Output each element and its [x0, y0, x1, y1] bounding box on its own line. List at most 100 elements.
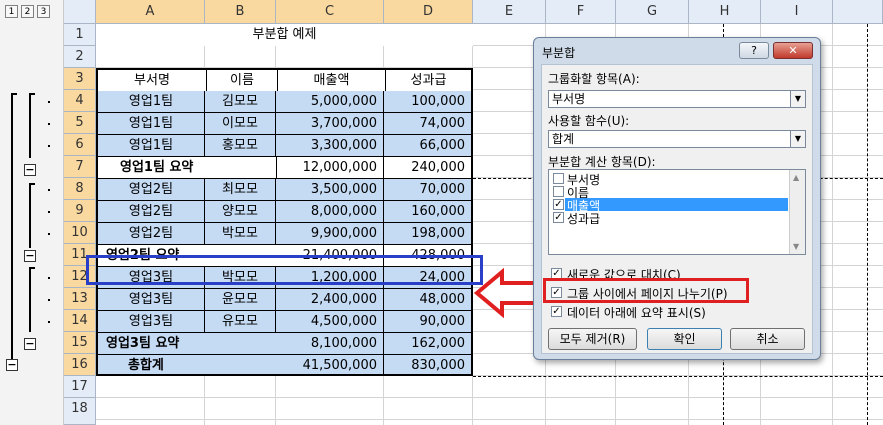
row-header[interactable]: 15	[64, 332, 96, 354]
row-header[interactable]: 3	[64, 68, 96, 90]
help-button[interactable]: ?	[739, 42, 769, 59]
row-header[interactable]: 4	[64, 90, 96, 112]
table-cell[interactable]: 영업1팀	[98, 135, 205, 157]
column-header-h[interactable]: H	[689, 0, 761, 24]
table-cell[interactable]: 영업1팀	[98, 91, 205, 113]
table-cell[interactable]: 9,900,000	[276, 223, 384, 245]
field-checkbox[interactable]	[553, 186, 564, 197]
table-cell[interactable]: 70,000	[384, 179, 471, 201]
select-all-corner[interactable]	[64, 0, 96, 24]
summary-below-checkbox[interactable]: ✓	[551, 306, 562, 317]
row-header[interactable]: 14	[64, 310, 96, 332]
column-header-c[interactable]: C	[276, 0, 384, 24]
subtotal-cell[interactable]: 162,000	[384, 333, 471, 355]
row-header[interactable]: 10	[64, 222, 96, 244]
table-cell[interactable]: 5,000,000	[276, 91, 384, 113]
table-cell[interactable]: 100,000	[384, 91, 471, 113]
remove-all-button[interactable]: 모두 제거(R)	[548, 328, 637, 350]
row-header[interactable]: 13	[64, 288, 96, 310]
table-cell[interactable]: 홍모모	[205, 135, 276, 157]
field-checkbox[interactable]: ✓	[553, 199, 564, 210]
table-cell[interactable]: 유모모	[205, 311, 276, 333]
row-header[interactable]: 9	[64, 200, 96, 222]
outline-bar-cap	[29, 183, 35, 185]
table-cell[interactable]: 영업1팀	[98, 113, 205, 135]
table-cell[interactable]: 영업3팀	[98, 311, 205, 333]
table-cell[interactable]: 3,500,000	[276, 179, 384, 201]
column-header-a[interactable]: A	[96, 0, 205, 24]
table-cell[interactable]: 90,000	[384, 311, 471, 333]
collapse-team3-button[interactable]: −	[24, 338, 36, 350]
group-by-select[interactable]: 부서명 ▼	[548, 90, 806, 108]
subtotal-label[interactable]: 영업1팀 요약	[98, 157, 276, 179]
row-header[interactable]: 6	[64, 134, 96, 156]
row-header[interactable]: 16	[64, 354, 96, 376]
table-header[interactable]: 매출액	[278, 70, 386, 92]
row-header[interactable]: 5	[64, 112, 96, 134]
table-cell[interactable]: 영업2팀	[98, 223, 205, 245]
outline-level-2-button[interactable]: 2	[21, 5, 34, 18]
column-header-e[interactable]: E	[473, 0, 546, 24]
chevron-down-icon[interactable]: ▼	[790, 131, 805, 147]
table-cell[interactable]: 8,000,000	[276, 201, 384, 223]
field-checkbox[interactable]	[553, 173, 564, 184]
table-cell[interactable]: 박모모	[205, 223, 276, 245]
function-select[interactable]: 합계 ▼	[548, 130, 806, 148]
grand-total-label[interactable]: 총합계	[98, 355, 276, 374]
table-cell[interactable]: 3,700,000	[276, 113, 384, 135]
column-header-d[interactable]: D	[384, 0, 473, 24]
row-header[interactable]: 18	[64, 398, 96, 425]
row-header[interactable]: 2	[64, 46, 96, 68]
scroll-up-icon[interactable]: ▲	[793, 173, 799, 182]
column-header-j[interactable]	[833, 0, 883, 24]
column-header-i[interactable]: I	[761, 0, 833, 24]
table-cell[interactable]: 최모모	[205, 179, 276, 201]
outline-level-3-button[interactable]: 3	[37, 5, 50, 18]
table-cell[interactable]: 160,000	[384, 201, 471, 223]
sheet-title[interactable]: 부분합 예제	[96, 24, 473, 46]
grand-total-cell[interactable]: 830,000	[384, 355, 471, 374]
table-header[interactable]: 성과급	[386, 70, 471, 92]
table-cell[interactable]: 이모모	[205, 113, 276, 135]
table-cell[interactable]: 양모모	[205, 201, 276, 223]
chevron-down-icon[interactable]: ▼	[790, 91, 805, 107]
table-cell[interactable]: 윤모모	[205, 289, 276, 311]
table-cell[interactable]: 영업2팀	[98, 179, 205, 201]
page-break-line	[867, 24, 868, 425]
collapse-team2-button[interactable]: −	[24, 250, 36, 262]
outline-level-1-button[interactable]: 1	[5, 5, 18, 18]
fields-scrollbar[interactable]: ▲ ▼	[789, 170, 805, 254]
ok-button[interactable]: 확인	[647, 328, 722, 350]
column-header-f[interactable]: F	[546, 0, 616, 24]
grand-total-cell[interactable]: 41,500,000	[276, 355, 384, 374]
collapse-total-button[interactable]: −	[6, 359, 18, 371]
scroll-down-icon[interactable]: ▼	[793, 242, 799, 251]
cancel-button[interactable]: 취소	[730, 328, 805, 350]
close-button[interactable]: ✕	[773, 42, 813, 59]
subtotal-cell[interactable]: 12,000,000	[276, 157, 384, 179]
subtotal-cell[interactable]: 240,000	[384, 157, 471, 179]
subtotal-cell[interactable]: 8,100,000	[276, 333, 384, 355]
table-cell[interactable]: 2,400,000	[276, 289, 384, 311]
table-cell[interactable]: 74,000	[384, 113, 471, 135]
row-header[interactable]: 7	[64, 156, 96, 178]
table-cell[interactable]: 영업2팀	[98, 201, 205, 223]
row-header[interactable]: 1	[64, 24, 96, 46]
table-cell[interactable]: 영업3팀	[98, 289, 205, 311]
table-header[interactable]: 이름	[207, 70, 278, 92]
table-cell[interactable]: 48,000	[384, 289, 471, 311]
table-cell[interactable]: 66,000	[384, 135, 471, 157]
table-cell[interactable]: 김모모	[205, 91, 276, 113]
field-checkbox[interactable]: ✓	[553, 212, 564, 223]
row-header[interactable]: 17	[64, 376, 96, 398]
column-header-g[interactable]: G	[616, 0, 689, 24]
table-cell[interactable]: 198,000	[384, 223, 471, 245]
column-header-b[interactable]: B	[205, 0, 276, 24]
table-header[interactable]: 부서명	[98, 70, 207, 92]
row-header[interactable]: 8	[64, 178, 96, 200]
subtotal-label[interactable]: 영업3팀 요약	[98, 333, 276, 355]
collapse-team1-button[interactable]: −	[24, 164, 36, 176]
table-cell[interactable]: 4,500,000	[276, 311, 384, 333]
table-cell[interactable]: 3,300,000	[276, 135, 384, 157]
fields-listbox[interactable]: 부서명 이름 ✓ 매출액 ✓ 성과급 ▲ ▼	[548, 169, 806, 255]
